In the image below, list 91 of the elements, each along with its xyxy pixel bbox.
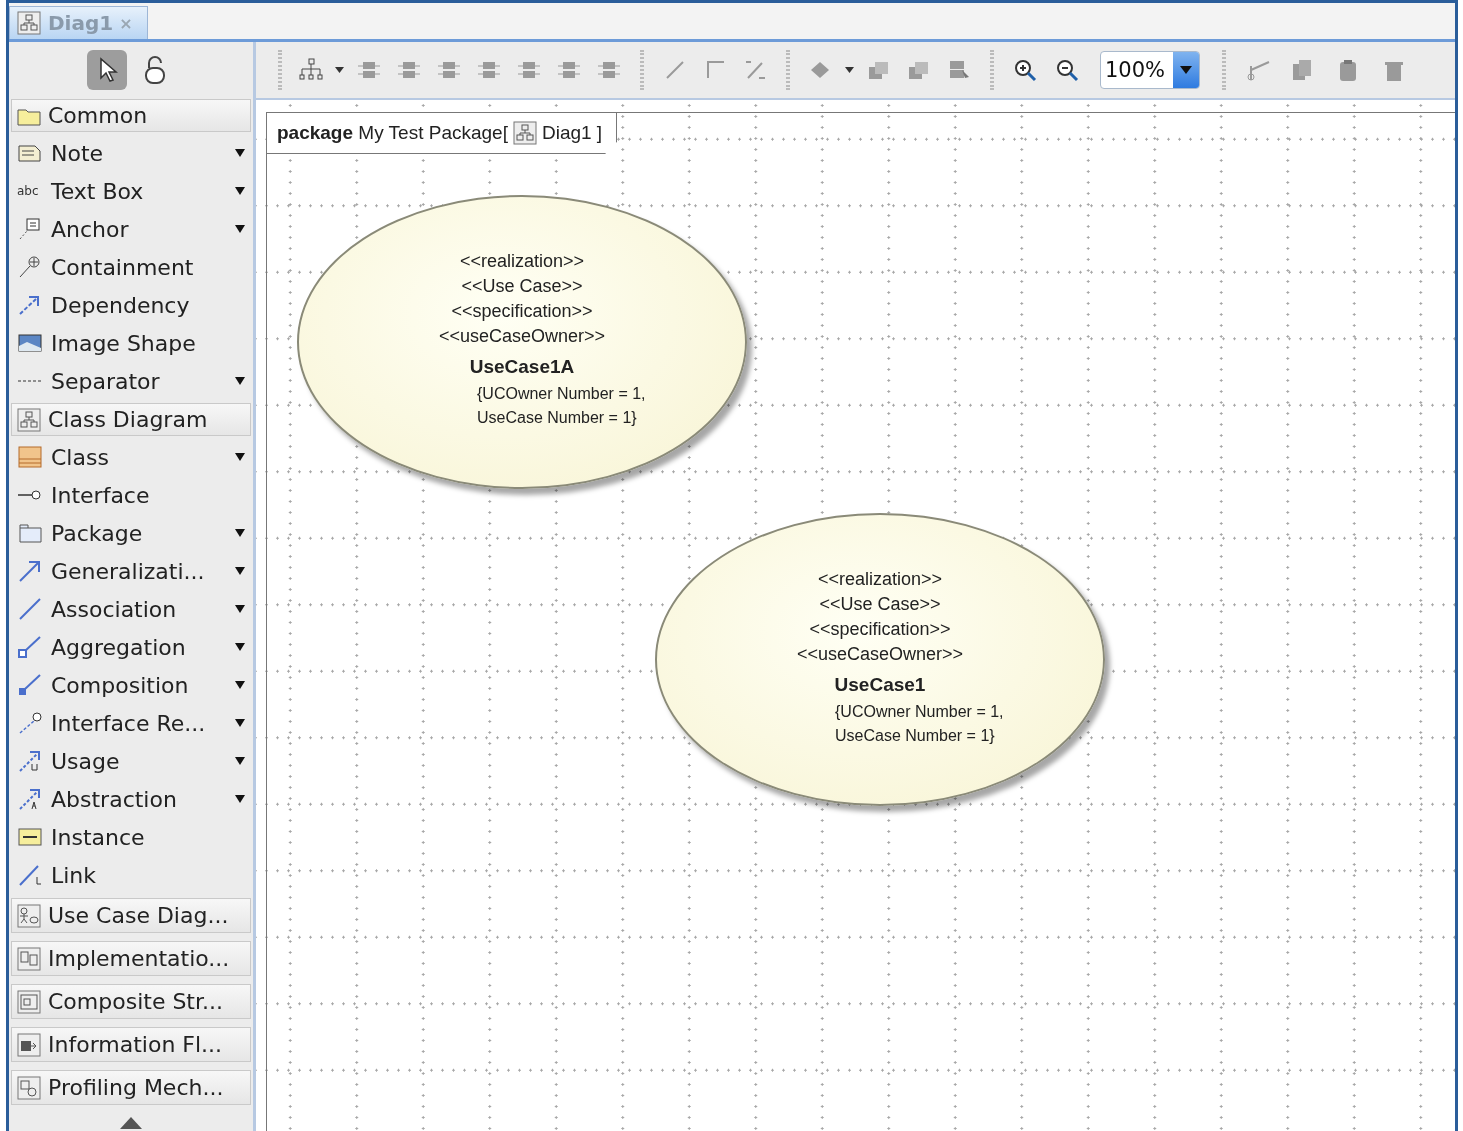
zoom-in-icon [1013,58,1039,82]
palette-group-header[interactable]: Composite Str... [11,984,251,1019]
dropdown-caret-icon[interactable] [235,187,245,195]
dropdown-caret-icon[interactable] [235,529,245,537]
package-icon [17,521,43,545]
tagged-value-text: UseCase Number = 1} [477,408,637,428]
containment-icon [17,255,43,279]
link-icon [17,863,43,887]
dropdown-caret-icon[interactable] [235,605,245,613]
dropdown-caret-icon[interactable] [235,225,245,233]
palette-item[interactable]: Association [9,590,253,628]
diagram-icon [16,11,42,35]
palette-group-header[interactable]: Class Diagram [11,403,251,436]
scissors-icon [1245,58,1271,82]
anchor-icon [17,217,43,241]
zoom-out-icon [1055,58,1081,82]
zoom-combo-box[interactable]: 100% [1100,51,1200,89]
tagged-value-text: {UCOwner Number = 1, [477,384,646,404]
stereotype-label: <<realization>> [817,568,943,591]
layout-icon [298,58,324,82]
diagram-icon [16,407,42,432]
palette-group-header[interactable]: Common [11,99,251,132]
image-icon [17,331,43,355]
palette-item[interactable]: Composition [9,666,253,704]
dropdown-caret-icon[interactable] [235,453,245,461]
palette-item[interactable]: Interface Re... [9,704,253,742]
palette-item[interactable]: Generalizati... [9,552,253,590]
palette-item[interactable]: Package [9,514,253,552]
dropdown-caret-icon[interactable] [235,757,245,765]
stereotype-label: <<realization>> [459,250,585,273]
palette-item[interactable]: Note [9,134,253,172]
palette-item[interactable]: Image Shape [9,324,253,362]
palette-group-header[interactable]: Use Case Diag... [11,898,251,933]
dropdown-caret-icon [1180,66,1192,74]
generalization-icon [17,559,43,583]
frame-title: package My Test Package[ [277,122,508,144]
palette-item[interactable]: Dependency [9,286,253,324]
information-flow-icon [16,1032,42,1057]
scroll-up-arrow-icon[interactable] [120,1117,142,1129]
pointer-tool-button[interactable] [87,50,127,90]
line-icon [17,597,43,621]
realization-icon [17,711,43,735]
palette-item[interactable]: Link [9,856,253,894]
diagram-name: Diag1 ] [541,122,603,144]
abstraction-icon [17,787,43,811]
stereotype-label: <<Use Case>> [819,593,941,616]
dropdown-caret-icon[interactable] [235,567,245,575]
composite-diagram-icon [16,989,42,1014]
aggregation-icon [17,635,43,659]
diagram-icon [511,121,538,145]
dropdown-caret-icon[interactable] [235,149,245,157]
palette-item[interactable]: Separator [9,362,253,400]
palette-group-header[interactable]: Information Fl... [11,1027,251,1062]
palette-item[interactable]: abc Text Box [9,172,253,210]
palette-item[interactable]: Instance [9,818,253,856]
usage-icon [17,749,43,773]
separator-icon [17,380,43,382]
lock-icon [143,55,167,85]
dropdown-caret-icon[interactable] [235,681,245,689]
stereotype-label: <<Use Case>> [461,275,583,298]
class-icon [17,445,43,469]
palette-item[interactable]: Class [9,438,253,476]
composition-icon [17,673,43,697]
implementation-diagram-icon [16,946,42,971]
palette-item[interactable]: Anchor [9,210,253,248]
palette-item[interactable]: Containment [9,248,253,286]
palette-group-header[interactable]: Implementatio... [11,941,251,976]
profiling-diagram-icon [16,1075,42,1100]
dropdown-caret-icon[interactable] [235,643,245,651]
palette-item[interactable]: Aggregation [9,628,253,666]
palette-item[interactable]: Usage [9,742,253,780]
tagged-value-text: {UCOwner Number = 1, [835,702,1004,722]
dropdown-caret-icon[interactable] [235,719,245,727]
text-box-icon: abc [17,184,43,198]
instance-icon [17,825,43,849]
stereotype-label: <<useCaseOwner>> [796,643,964,666]
stereotype-label: <<specification>> [809,618,951,641]
use-case-name: UseCase1 [834,673,926,697]
caret-icon [334,67,344,73]
use-case-name: UseCase1A [469,355,575,379]
use-case-diagram-icon [16,903,42,928]
caret-icon [844,67,854,73]
palette-group-header[interactable]: Profiling Mech... [11,1070,251,1105]
dropdown-caret-icon[interactable] [235,795,245,803]
stereotype-label: <<useCaseOwner>> [438,325,606,348]
palette-item[interactable]: Interface [9,476,253,514]
stereotype-label: <<specification>> [451,300,593,323]
zoom-dropdown-button[interactable] [1173,52,1199,88]
tagged-value-text: UseCase Number = 1} [835,726,995,746]
palette-item[interactable]: Abstraction [9,780,253,818]
dropdown-caret-icon[interactable] [235,377,245,385]
